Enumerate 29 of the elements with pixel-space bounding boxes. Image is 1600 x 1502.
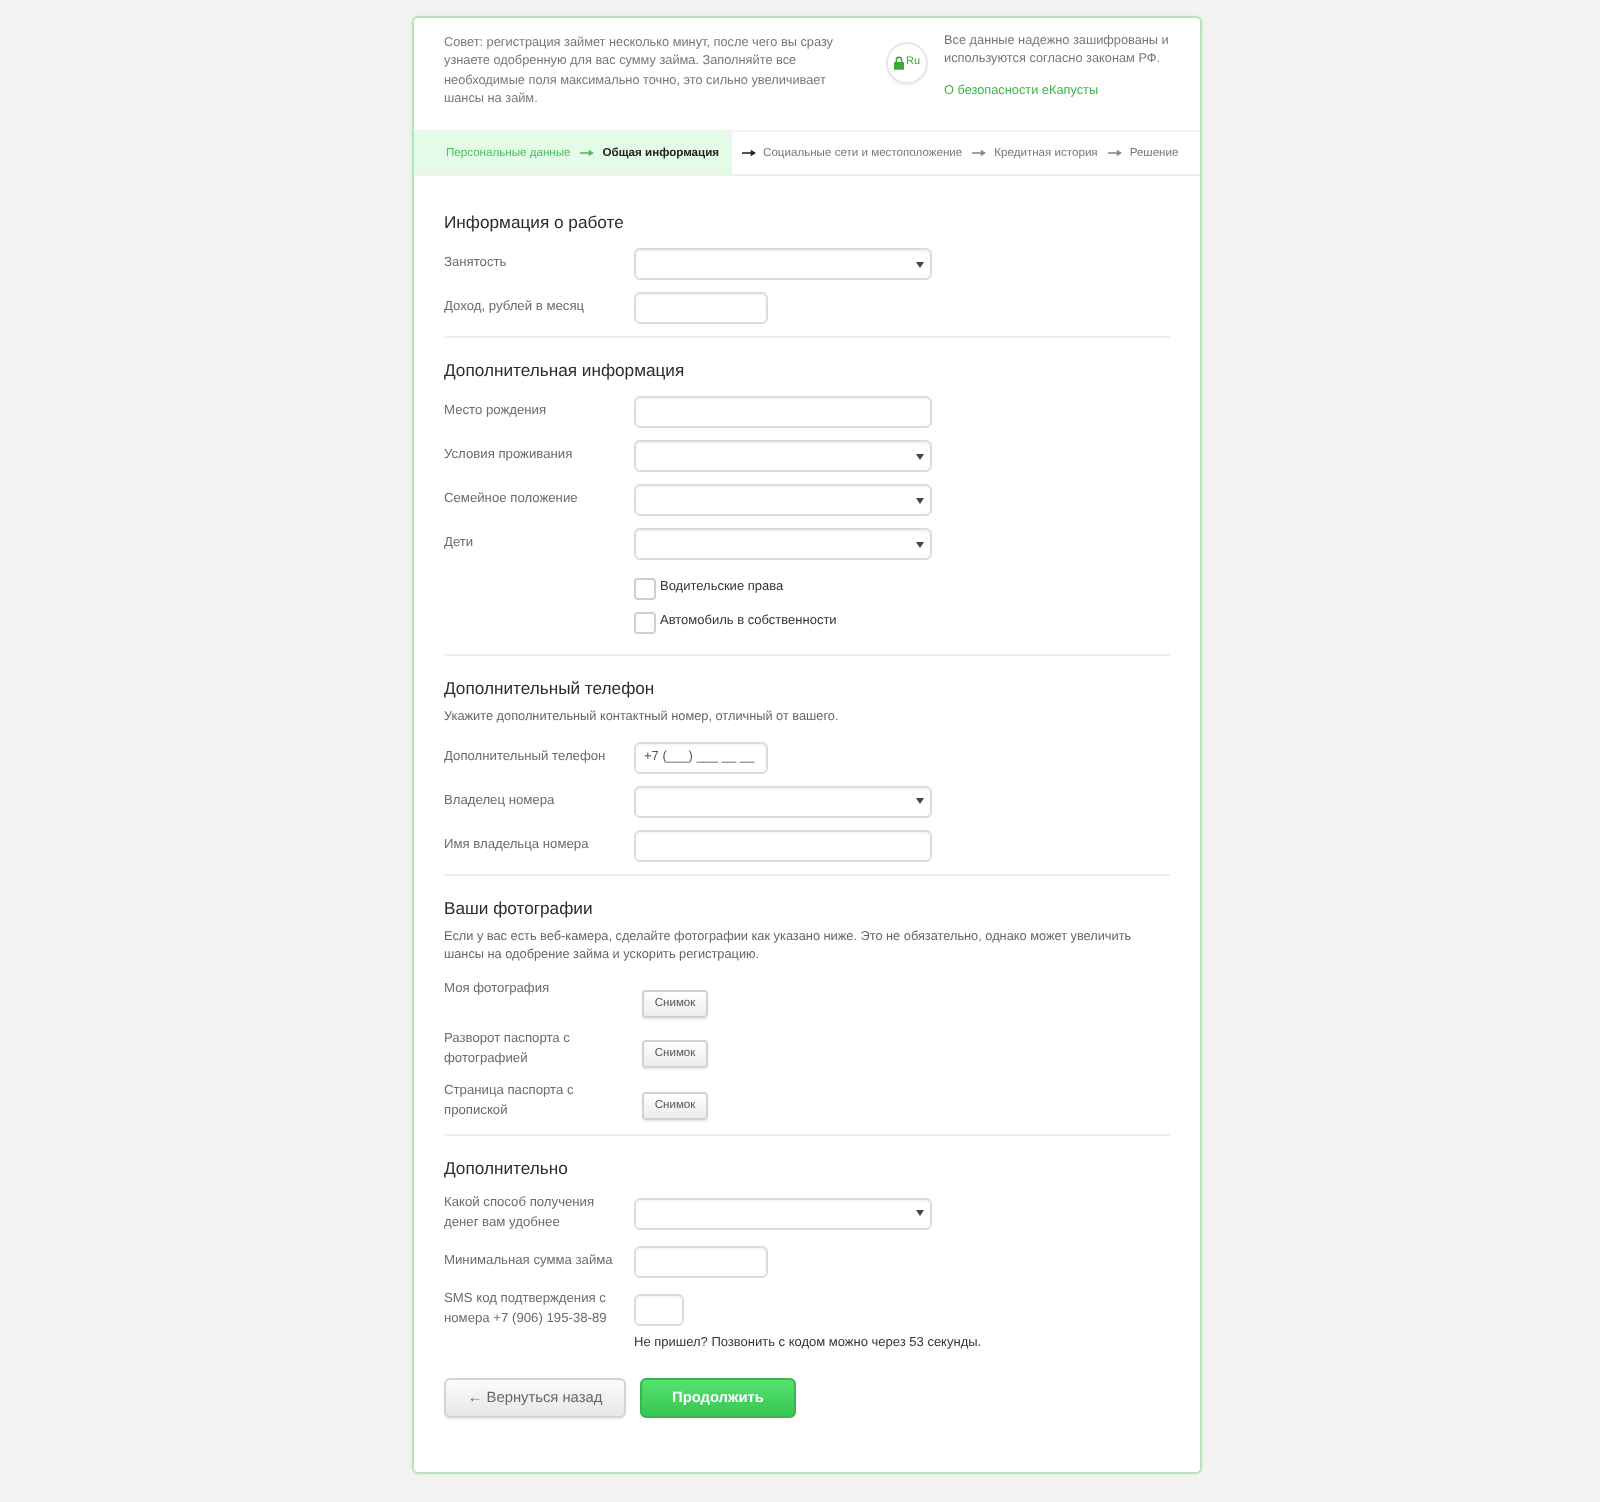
caret-icon [916, 497, 924, 504]
dropdown-field[interactable] [634, 1197, 932, 1230]
text-field[interactable] [634, 829, 932, 862]
section-title: Ваши фотографии [444, 895, 595, 920]
amount-field[interactable] [634, 1245, 768, 1278]
section-title: Дополнительный телефон [444, 676, 657, 701]
section-title: Дополнительно [444, 1155, 570, 1180]
arrow-icon [1107, 148, 1122, 159]
caret-icon [916, 453, 924, 460]
caret-icon [916, 541, 924, 548]
section-title: Дополнительная информация [444, 358, 687, 383]
caret-icon [916, 798, 924, 805]
caret-icon [916, 261, 924, 268]
amount-field[interactable] [634, 292, 768, 325]
text-field[interactable] [634, 396, 932, 429]
dropdown-field[interactable] [634, 484, 932, 517]
dropdown-field[interactable] [634, 248, 932, 281]
dropdown-field[interactable] [634, 785, 932, 818]
checkbox[interactable] [634, 611, 656, 634]
dropdown-field[interactable] [634, 528, 932, 561]
dropdown-field[interactable] [634, 440, 932, 473]
checkbox[interactable] [634, 577, 656, 600]
caret-icon [916, 1210, 924, 1217]
code-field[interactable] [634, 1293, 684, 1326]
arrow-icon [580, 148, 595, 159]
lock-icon [893, 56, 904, 70]
arrow-icon [741, 148, 756, 159]
section-title: Информация о работе [444, 210, 626, 235]
arrow-icon [972, 148, 987, 159]
